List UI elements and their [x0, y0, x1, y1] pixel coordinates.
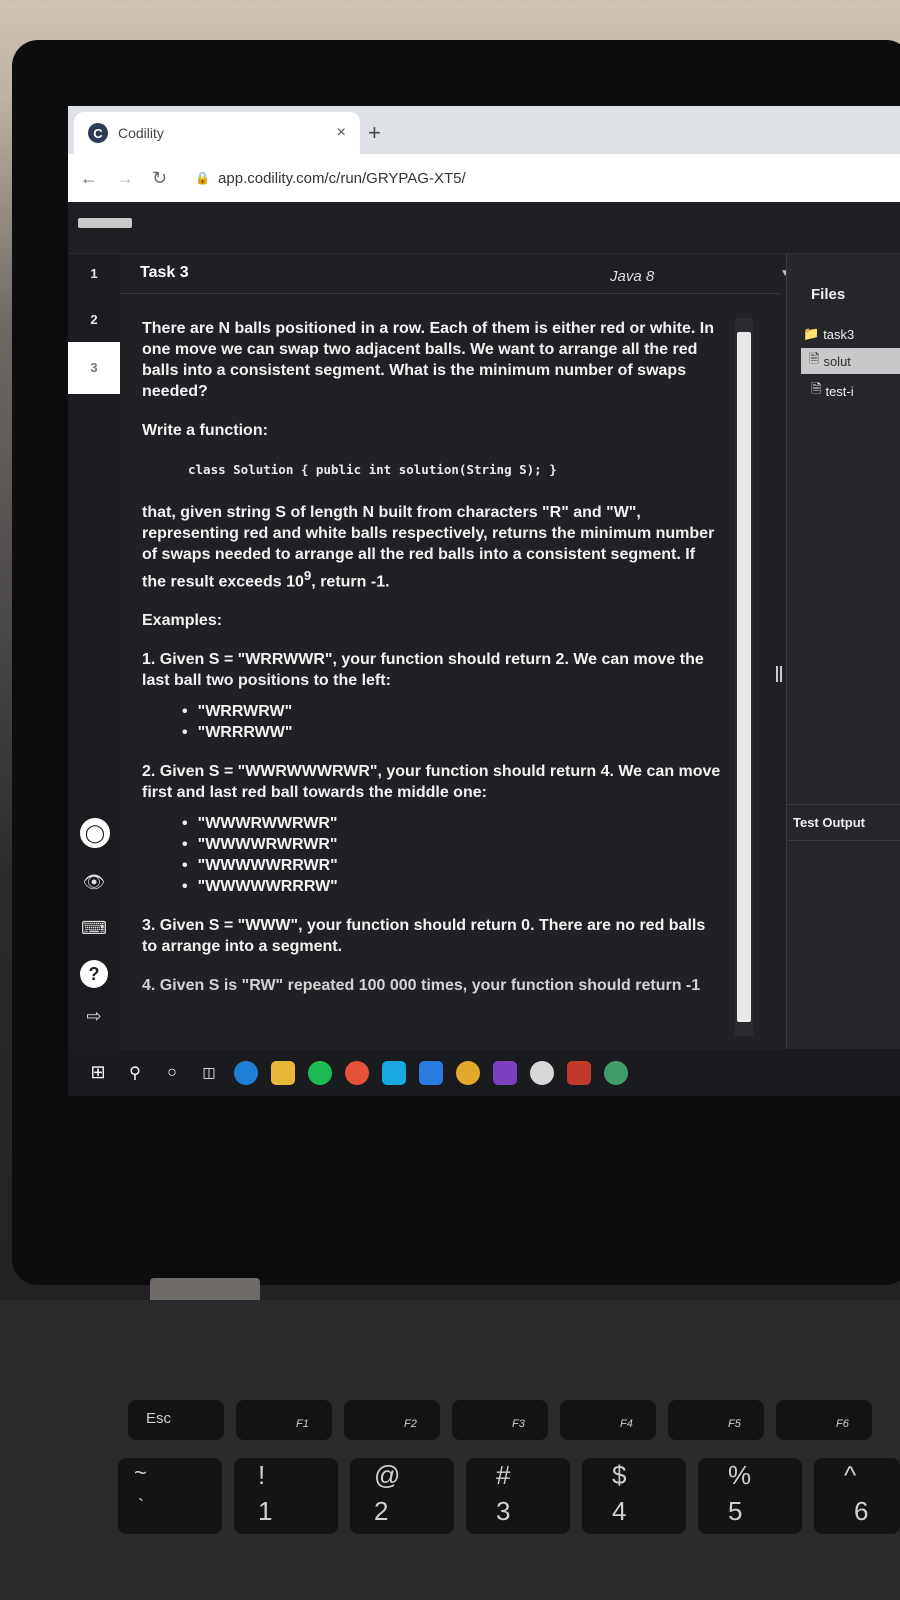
windows-taskbar: ⊞ ⚲ ○ ◫	[68, 1049, 900, 1096]
example-1-list: "WRRWRW" "WRRRWW"	[182, 701, 721, 743]
spotify-icon[interactable]	[308, 1060, 332, 1085]
key-6[interactable]: ^ 6	[814, 1458, 900, 1534]
chrome-icon[interactable]	[456, 1060, 480, 1085]
task-requirements: that, given string S of length N built f…	[142, 502, 721, 592]
back-icon[interactable]: ←	[80, 168, 98, 189]
keyboard-icon[interactable]: ⌨	[80, 914, 108, 942]
language-value: Java 8	[610, 268, 655, 285]
task-title: Task 3	[140, 264, 189, 281]
list-item: "WWWRWWRWR"	[182, 813, 721, 834]
laptop-keyboard: Esc F1 F2 F3 F4 F5 F6 ~ ` ! 1 @ 2 # 3 $ …	[0, 1300, 900, 1600]
write-function-label: Write a function:	[142, 422, 268, 439]
folder-icon: 📁	[803, 326, 820, 341]
search-icon[interactable]: ⚲	[123, 1061, 147, 1085]
folder-task3[interactable]: 📁 task3	[803, 326, 854, 342]
file-label: solut	[823, 353, 851, 369]
browser-address-bar: ← → ↻ 🔒 app.codility.com/c/run/GRYPAG-XT…	[68, 154, 900, 202]
example-1: 1. Given S = "WRRWWR", your function sho…	[142, 651, 704, 690]
laptop-screen: C Codility × + ← → ↻ 🔒 app.codility.com/…	[68, 106, 900, 1096]
example-2-list: "WWWRWWRWR" "WWWWRWRWR" "WWWWWRRWR" "WWW…	[182, 813, 721, 897]
language-select[interactable]: Java 8 ▼	[610, 268, 790, 285]
forward-icon[interactable]: →	[116, 168, 134, 189]
question-icon[interactable]: ?	[80, 960, 108, 988]
example-2: 2. Given S = "WWRWWWRWR", your function …	[142, 763, 721, 802]
file-explorer-icon[interactable]	[271, 1060, 295, 1085]
task-header: Task 3 Java 8 ▼	[120, 254, 790, 294]
file-icon: 🗎	[811, 381, 822, 396]
task-rail: 1 2 3 ◯ 👁 ⌨ ? ⇨	[68, 254, 120, 1049]
scrollbar-thumb[interactable]	[737, 332, 751, 1022]
url-field[interactable]: 🔒 app.codility.com/c/run/GRYPAG-XT5/	[195, 170, 466, 187]
browser-green-icon[interactable]	[604, 1060, 628, 1085]
tab-close-icon[interactable]: ×	[337, 124, 346, 142]
cortana-icon[interactable]: ○	[160, 1061, 184, 1085]
task-view-icon[interactable]: ◫	[197, 1061, 221, 1085]
app-blue-icon[interactable]	[419, 1060, 443, 1085]
test-output-heading: Test Output	[787, 804, 900, 841]
files-panel: Files 📁 task3 🗎 solut 🗎 test-i Test Outp…	[786, 254, 900, 1049]
help-circle-icon[interactable]: ◯	[80, 818, 110, 848]
file-icon: 🗎	[809, 351, 820, 366]
esc-key[interactable]: Esc	[128, 1400, 224, 1440]
edge-icon[interactable]	[234, 1060, 258, 1085]
codility-brand-logo	[78, 218, 132, 228]
new-tab-button[interactable]: +	[368, 120, 381, 146]
browser-tab-bar: C Codility × +	[68, 106, 900, 154]
f1-key[interactable]: F1	[236, 1400, 332, 1440]
key-4[interactable]: $ 4	[582, 1458, 686, 1534]
windows-start-icon[interactable]: ⊞	[86, 1061, 110, 1085]
files-heading: Files	[811, 286, 846, 303]
whatsapp-icon[interactable]	[382, 1060, 406, 1085]
description-scrollbar[interactable]	[735, 318, 753, 1036]
calendar-icon[interactable]	[567, 1060, 591, 1085]
function-signature: class Solution { public int solution(Str…	[188, 462, 557, 477]
key-5[interactable]: % 5	[698, 1458, 802, 1534]
url-text: app.codility.com/c/run/GRYPAG-XT5/	[218, 169, 466, 187]
media-player-icon[interactable]	[345, 1060, 369, 1085]
key-1[interactable]: ! 1	[234, 1458, 338, 1534]
f3-key[interactable]: F3	[452, 1400, 548, 1440]
backtick-key[interactable]: ~ `	[118, 1458, 222, 1534]
f4-key[interactable]: F4	[560, 1400, 656, 1440]
eye-settings-icon[interactable]: 👁	[80, 868, 108, 896]
examples-heading: Examples:	[142, 612, 223, 630]
rail-task-2[interactable]: 2	[68, 312, 120, 327]
requirements-tail: , return -1.	[311, 573, 390, 591]
f2-key[interactable]: F2	[344, 1400, 440, 1440]
codility-header	[68, 202, 900, 254]
list-item: "WWWWRWRWR"	[182, 834, 721, 855]
f5-key[interactable]: F5	[668, 1400, 764, 1440]
rail-task-3[interactable]: 3	[68, 342, 120, 394]
key-3[interactable]: # 3	[466, 1458, 570, 1534]
task-description: There are N balls positioned in a row. E…	[120, 294, 735, 1049]
f6-key[interactable]: F6	[776, 1400, 872, 1440]
requirements-text: that, given string S of length N built f…	[142, 504, 715, 591]
example-4: 4. Given S is "RW" repeated 100 000 time…	[142, 977, 701, 995]
lock-icon: 🔒	[195, 171, 211, 185]
onenote-icon[interactable]	[493, 1060, 517, 1085]
list-item: "WRRWRW"	[182, 701, 721, 722]
codility-logo-icon: C	[88, 123, 108, 143]
browser-tab[interactable]: C Codility ×	[74, 112, 360, 154]
key-2[interactable]: @ 2	[350, 1458, 454, 1534]
tab-title: Codility	[118, 125, 164, 141]
pane-resize-handle[interactable]	[776, 666, 782, 682]
slack-icon[interactable]	[530, 1060, 554, 1085]
exit-icon[interactable]: ⇨	[80, 1002, 108, 1030]
rail-task-1[interactable]: 1	[68, 266, 120, 281]
example-3: 3. Given S = "WWW", your function should…	[142, 917, 706, 956]
task-intro: There are N balls positioned in a row. E…	[142, 320, 714, 400]
list-item: "WWWWWRRWR"	[182, 855, 721, 876]
file-solution[interactable]: 🗎 solut	[801, 348, 900, 374]
reload-icon[interactable]: ↻	[152, 168, 167, 189]
list-item: "WWWWWRRRW"	[182, 876, 721, 897]
file-test-input[interactable]: 🗎 test-i	[811, 380, 854, 402]
folder-label: task3	[823, 326, 855, 342]
list-item: "WRRRWW"	[182, 722, 721, 743]
file-label: test-i	[825, 383, 854, 399]
